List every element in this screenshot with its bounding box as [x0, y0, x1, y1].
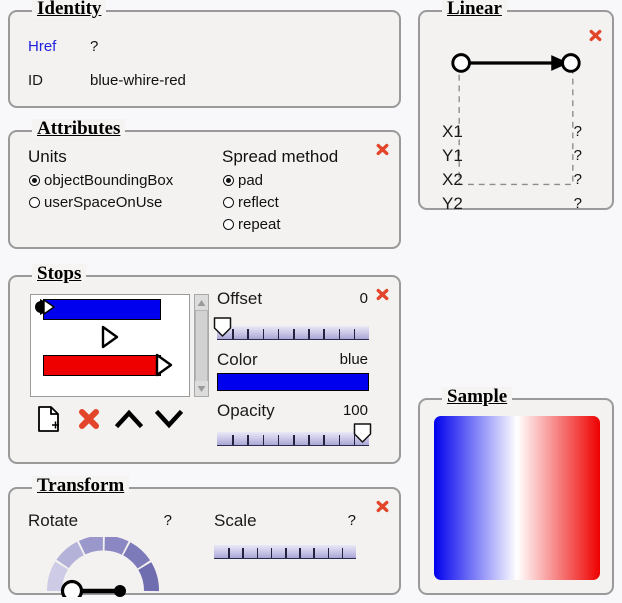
offset-value: 0 — [359, 290, 368, 307]
linear-panel: Linear X1 ? Y1 ? X2 ? Y2 ? — [418, 0, 614, 213]
rotate-label: Rotate — [28, 511, 79, 530]
id-value[interactable]: blue-whire-red — [90, 72, 186, 89]
x1-label: X1 — [442, 122, 463, 141]
transform-panel-title: Transform — [32, 476, 130, 495]
radio-label: repeat — [238, 216, 281, 233]
x2-label: X2 — [442, 170, 463, 189]
scroll-down-button[interactable] — [195, 381, 208, 396]
transform-panel: Transform Rotate ? Scale ? — [8, 476, 401, 603]
radio-user-space-on-use[interactable]: userSpaceOnUse — [29, 194, 162, 211]
radio-label: userSpaceOnUse — [44, 194, 163, 211]
href-value[interactable]: ? — [90, 38, 98, 55]
stops-list-scrollbar[interactable] — [194, 294, 209, 397]
bounding-box-outline — [458, 62, 574, 186]
units-heading: Units — [28, 147, 67, 166]
radio-indicator — [223, 197, 234, 208]
radio-repeat[interactable]: repeat — [223, 216, 281, 233]
identity-panel: Identity Href ? ID blue-whire-red — [8, 0, 401, 108]
attributes-panel-title: Attributes — [32, 119, 126, 138]
gradient-sample-preview — [434, 416, 600, 580]
y1-label: Y1 — [442, 146, 463, 165]
vector-start-handle — [451, 53, 471, 73]
sample-panel: Sample — [418, 387, 614, 595]
slider-ticks — [217, 435, 369, 445]
scale-slider[interactable] — [214, 545, 356, 561]
slider-handle[interactable] — [353, 423, 372, 443]
radio-object-bounding-box[interactable]: objectBoundingBox — [29, 172, 173, 189]
delete-stop-button[interactable] — [74, 405, 104, 433]
stops-panel: Stops Offset 0 Color blue Opacity 100 — [8, 264, 401, 464]
scrollbar-thumb[interactable] — [195, 310, 208, 382]
color-swatch-bar[interactable] — [217, 373, 369, 391]
radio-indicator — [223, 175, 234, 186]
radio-label: pad — [238, 172, 264, 189]
slider-track — [217, 432, 369, 446]
scale-value: ? — [347, 512, 356, 529]
stops-panel-title: Stops — [32, 264, 87, 283]
color-value: blue — [339, 351, 368, 368]
identity-panel-title: Identity — [32, 0, 107, 18]
opacity-value: 100 — [342, 402, 368, 419]
spread-method-heading: Spread method — [222, 147, 339, 166]
opacity-slider[interactable] — [217, 423, 372, 446]
stop-marker-icon — [101, 325, 119, 349]
radio-label: objectBoundingBox — [44, 172, 174, 189]
stops-list[interactable] — [30, 294, 190, 397]
rotate-dial[interactable] — [44, 535, 162, 603]
radio-indicator — [29, 175, 40, 186]
radio-reflect[interactable]: reflect — [223, 194, 279, 211]
scroll-up-button[interactable] — [195, 295, 208, 310]
radio-indicator — [223, 219, 234, 230]
stop-color-swatch[interactable] — [43, 355, 161, 376]
move-stop-up-button[interactable] — [114, 405, 144, 433]
sample-panel-title: Sample — [442, 387, 513, 406]
vector-end-handle — [561, 53, 581, 73]
rotate-value: ? — [163, 512, 172, 529]
href-label[interactable]: Href — [28, 38, 56, 55]
slider-track — [217, 326, 369, 340]
stops-toolbar — [34, 405, 184, 433]
x2-value[interactable]: ? — [560, 171, 582, 188]
selected-stop-marker-icon — [35, 298, 56, 316]
rotate-dial-gauge[interactable] — [44, 535, 162, 603]
new-stop-button[interactable] — [34, 405, 64, 433]
id-label: ID — [28, 72, 43, 89]
stop-marker-icon — [155, 353, 173, 377]
y2-label: Y2 — [442, 194, 463, 213]
attributes-close-icon[interactable] — [375, 142, 390, 157]
radio-pad[interactable]: pad — [223, 172, 263, 189]
x1-value[interactable]: ? — [560, 123, 582, 140]
radio-label: reflect — [238, 194, 279, 211]
radio-indicator — [29, 197, 40, 208]
slider-handle[interactable] — [213, 317, 232, 337]
y2-value[interactable]: ? — [560, 195, 582, 212]
transform-close-icon[interactable] — [375, 499, 390, 514]
scale-label: Scale — [214, 511, 257, 530]
stops-close-icon[interactable] — [375, 287, 390, 302]
y1-value[interactable]: ? — [560, 147, 582, 164]
move-stop-down-button[interactable] — [154, 405, 184, 433]
offset-slider[interactable] — [213, 317, 369, 340]
attributes-panel: Attributes Units objectBoundingBox userS… — [8, 119, 401, 249]
offset-label: Offset — [217, 289, 263, 308]
slider-ticks — [217, 329, 369, 339]
color-label: Color — [217, 350, 258, 369]
slider-ticks — [214, 548, 356, 558]
slider-track — [214, 545, 356, 559]
opacity-label: Opacity — [217, 401, 275, 420]
